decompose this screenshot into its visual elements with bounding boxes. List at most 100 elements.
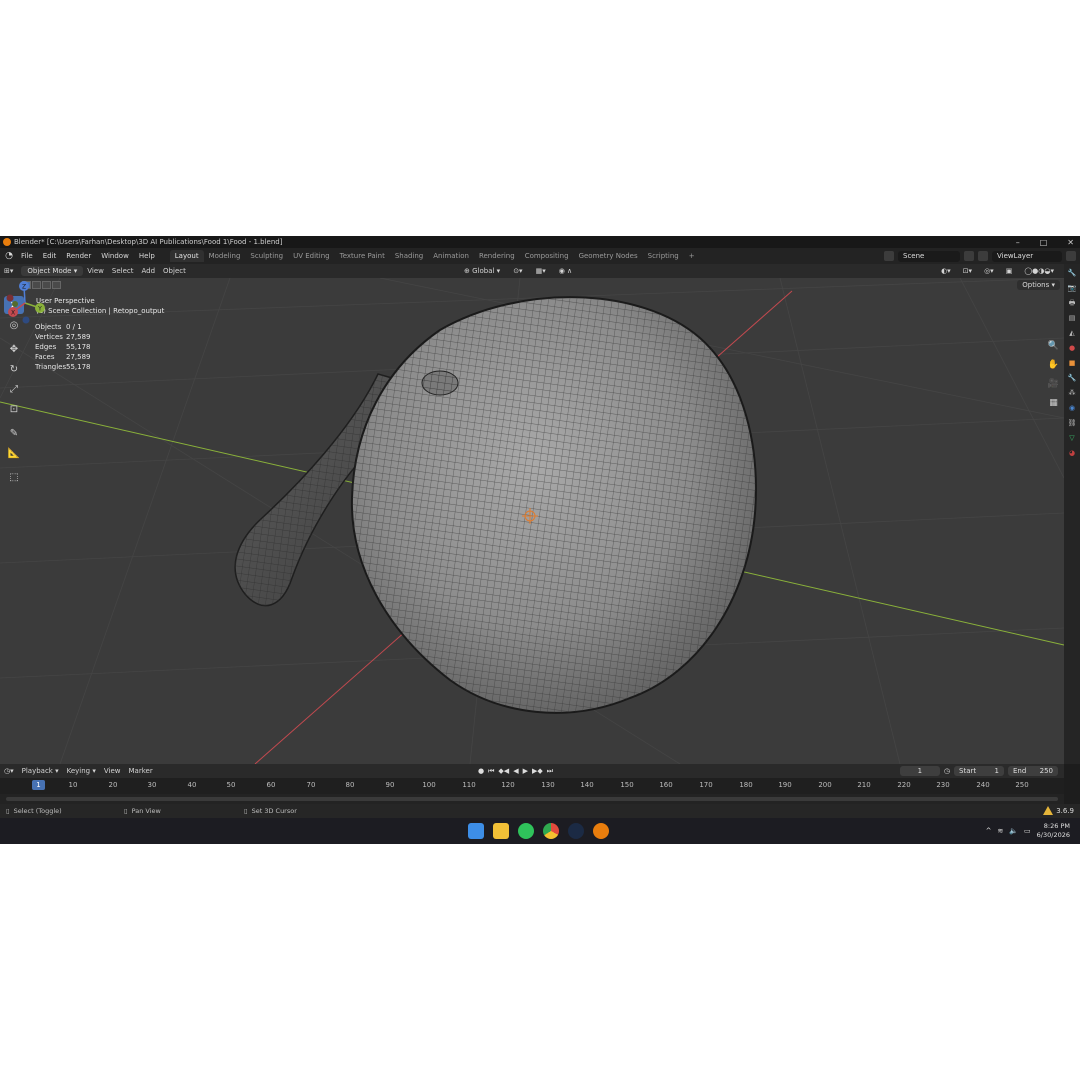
rotate-tool-icon[interactable]: ↻ [4,360,24,378]
viewlayer-field[interactable]: ViewLayer [992,250,1062,262]
jump-end-button[interactable]: ⏭ [547,767,553,776]
end-frame-field[interactable]: End 250 [1008,766,1058,776]
new-viewlayer-icon[interactable] [1066,251,1076,261]
snap-icon[interactable]: ▦▾ [532,267,550,275]
play-reverse-button[interactable]: ◀ [513,767,518,775]
playhead-frame[interactable]: 1 [32,780,45,790]
menu-playback[interactable]: Playback ▾ [18,767,63,775]
steam-icon[interactable] [568,823,584,839]
tab-uv-editing[interactable]: UV Editing [288,250,335,262]
timeline-editor-icon[interactable]: ◷▾ [0,767,18,775]
select-intersect-button[interactable] [52,281,61,289]
proportional-edit-icon[interactable]: ◉ ∧ [555,267,576,275]
view-layer-props-icon[interactable]: ▤ [1067,313,1077,323]
new-scene-icon[interactable] [964,251,974,261]
tab-scripting[interactable]: Scripting [643,250,684,262]
menu-view[interactable]: View [83,267,108,275]
menu-edit[interactable]: Edit [38,252,62,260]
modifier-props-icon[interactable]: 🔧 [1067,373,1077,383]
timeline-ruler[interactable]: 1 10 20 30 40 50 60 70 80 90 100 110 120… [0,778,1064,794]
scrollbar-track[interactable] [6,797,1058,801]
pivot-icon[interactable]: ⊙▾ [509,267,526,275]
gizmo-toggle-icon[interactable]: ⊡▾ [959,267,976,275]
chrome-icon[interactable] [543,823,559,839]
add-cube-tool-icon[interactable]: ⬚ [4,468,24,486]
jump-start-button[interactable]: ⏮ [488,767,494,776]
transform-tool-icon[interactable]: ⊡ [4,400,24,418]
constraints-props-icon[interactable]: ⛓ [1067,418,1077,428]
record-button[interactable]: ● [478,767,484,775]
blender-menu-icon[interactable]: ◔ [2,251,16,261]
tab-texture-paint[interactable]: Texture Paint [335,250,390,262]
xray-icon[interactable]: ▣ [1002,267,1017,275]
material-props-icon[interactable]: ◕ [1067,448,1077,458]
tab-modeling[interactable]: Modeling [204,250,246,262]
particles-props-icon[interactable]: ⁂ [1067,388,1077,398]
viewlayer-icon[interactable] [978,251,988,261]
tab-geometry-nodes[interactable]: Geometry Nodes [574,250,643,262]
menu-file[interactable]: File [16,252,38,260]
scale-tool-icon[interactable]: ⤢ [4,380,24,398]
orientation-dropdown[interactable]: ⊕ Global ▾ [460,267,504,275]
options-dropdown[interactable]: Options ▾ [1017,280,1060,290]
shading-modes-icon[interactable]: ◯●◑◒▾ [1020,267,1058,275]
file-explorer-icon[interactable] [493,823,509,839]
next-keyframe-button[interactable]: ▶◆ [532,767,543,775]
close-button[interactable]: ✕ [1067,238,1074,247]
move-tool-icon[interactable]: ✥ [4,340,24,358]
windows-start-icon[interactable] [468,823,484,839]
menu-window[interactable]: Window [96,252,134,260]
menu-marker[interactable]: Marker [125,767,157,775]
menu-help[interactable]: Help [134,252,160,260]
overlay-toggle-icon[interactable]: ◎▾ [980,267,998,275]
editor-type-icon[interactable]: ⊞▾ [0,267,17,275]
measure-tool-icon[interactable]: 📐 [4,444,24,462]
menu-timeline-view[interactable]: View [100,767,125,775]
tab-rendering[interactable]: Rendering [474,250,520,262]
menu-keying[interactable]: Keying ▾ [63,767,100,775]
tab-sculpting[interactable]: Sculpting [245,250,288,262]
tool-settings-icon[interactable]: 🔧 [1067,268,1077,278]
ortho-grid-icon[interactable]: ▦ [1047,397,1060,410]
tab-shading[interactable]: Shading [390,250,428,262]
scene-icon[interactable] [884,251,894,261]
maximize-button[interactable]: □ [1040,238,1048,247]
pan-hand-icon[interactable]: ✋ [1047,359,1060,372]
tray-overflow-icon[interactable]: ^ [986,827,992,835]
visibility-icon[interactable]: ◐▾ [937,267,955,275]
tab-layout[interactable]: Layout [169,250,204,262]
zoom-icon[interactable]: 🔍 [1047,340,1060,353]
whatsapp-icon[interactable] [518,823,534,839]
menu-add[interactable]: Add [137,267,159,275]
menu-object[interactable]: Object [159,267,190,275]
tab-animation[interactable]: Animation [428,250,474,262]
3d-viewport[interactable]: ➤ ◎ ✥ ↻ ⤢ ⊡ ✎ 📐 ⬚ User Perspective (1) S… [0,278,1064,764]
render-props-icon[interactable]: 📷 [1067,283,1077,293]
minimize-button[interactable]: – [1016,238,1020,247]
output-props-icon[interactable]: 🖶 [1067,298,1077,308]
data-props-icon[interactable]: ▽ [1067,433,1077,443]
physics-props-icon[interactable]: ◉ [1067,403,1077,413]
annotate-tool-icon[interactable]: ✎ [4,424,24,442]
wifi-icon[interactable]: ≋ [997,827,1003,835]
menu-render[interactable]: Render [61,252,96,260]
world-props-icon[interactable]: ● [1067,343,1077,353]
timeline-scrollbar[interactable] [0,794,1064,804]
blender-taskbar-icon[interactable] [593,823,609,839]
start-frame-field[interactable]: Start 1 [954,766,1004,776]
volume-icon[interactable]: 🔈 [1009,827,1018,835]
scene-field[interactable]: Scene [898,250,960,262]
camera-view-icon[interactable]: 🎥 [1047,378,1060,391]
taskbar-clock[interactable]: 8:26 PM 6/30/2026 [1037,822,1070,840]
battery-icon[interactable]: ▭ [1024,827,1031,835]
add-workspace-button[interactable]: + [684,250,700,262]
navigation-gizmo[interactable]: Y Z X [0,278,50,328]
menu-select[interactable]: Select [108,267,138,275]
warning-icon[interactable] [1043,806,1054,815]
current-frame-field[interactable]: 1 [899,766,940,776]
mode-dropdown[interactable]: Object Mode ▾ [21,266,84,276]
object-props-icon[interactable]: ■ [1067,358,1077,368]
tab-compositing[interactable]: Compositing [520,250,574,262]
play-button[interactable]: ▶ [523,767,528,775]
scene-props-icon[interactable]: ◭ [1067,328,1077,338]
